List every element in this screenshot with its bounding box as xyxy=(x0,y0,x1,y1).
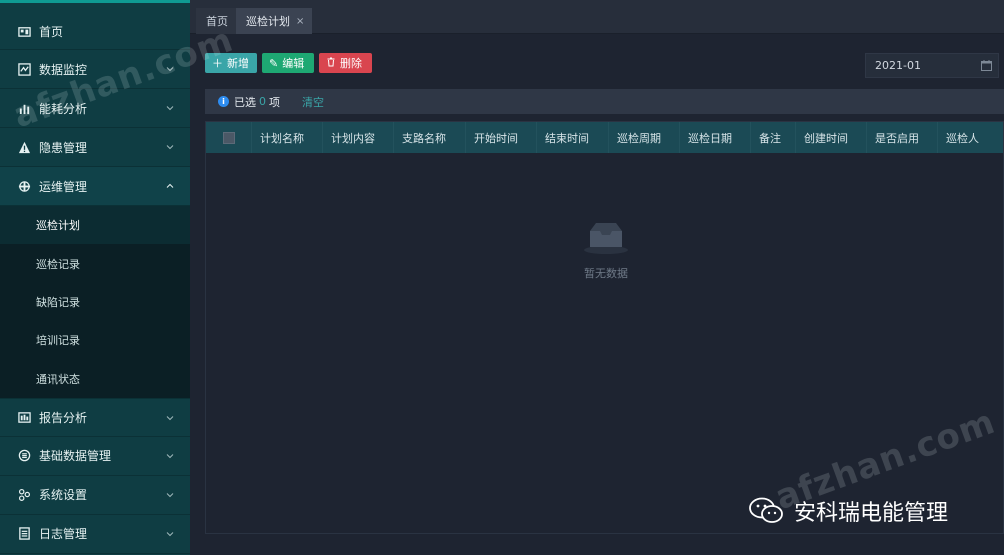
select-all-checkbox[interactable] xyxy=(222,131,235,144)
sidebar-item-label: 报告分析 xyxy=(39,410,88,425)
log-icon xyxy=(17,527,31,541)
plus-icon: ＋ xyxy=(212,57,223,70)
home-icon xyxy=(17,25,31,39)
column-header[interactable]: 巡检周期 xyxy=(609,122,680,153)
tab-home[interactable]: 首页 xyxy=(196,8,238,34)
submenu-item-comm-status[interactable]: 通讯状态 xyxy=(0,360,190,398)
submenu-item-defect-record[interactable]: 缺陷记录 xyxy=(0,283,190,321)
brand-watermark: 安科瑞电能管理 xyxy=(748,495,948,527)
chevron-down-icon xyxy=(166,145,174,150)
sidebar-item-label: 隐患管理 xyxy=(39,140,88,155)
table-header: 计划名称 计划内容 支路名称 开始时间 结束时间 巡检周期 巡检日期 备注 创建… xyxy=(206,122,1003,153)
sidebar-item-log-management[interactable]: 日志管理 xyxy=(0,515,190,554)
month-picker-value: 2021-01 xyxy=(875,59,921,72)
tab-label: 巡检计划 xyxy=(246,15,290,28)
monitor-icon xyxy=(17,62,31,76)
column-header[interactable]: 支路名称 xyxy=(394,122,466,153)
delete-button-label: 删除 xyxy=(340,57,362,70)
sidebar-item-label: 首页 xyxy=(39,25,64,39)
delete-button[interactable]: 删除 xyxy=(319,53,372,73)
column-header[interactable]: 计划内容 xyxy=(323,122,394,153)
sidebar-item-label: 系统设置 xyxy=(39,488,88,503)
column-header[interactable]: 结束时间 xyxy=(537,122,609,153)
chevron-down-icon xyxy=(166,532,174,537)
maintenance-icon xyxy=(17,179,31,193)
selection-count: 0 xyxy=(259,95,266,108)
chevron-up-icon xyxy=(166,183,174,188)
column-header[interactable]: 开始时间 xyxy=(466,122,537,153)
close-icon[interactable]: × xyxy=(296,16,304,27)
empty-state: 暂无数据 xyxy=(571,219,641,281)
settings-icon xyxy=(17,488,31,502)
sidebar-item-hazard-management[interactable]: 隐患管理 xyxy=(0,128,190,167)
select-all-cell xyxy=(206,122,252,153)
chevron-down-icon xyxy=(166,106,174,111)
column-header[interactable]: 巡检人 xyxy=(938,122,994,153)
sidebar-item-label: 日志管理 xyxy=(39,527,88,542)
pencil-icon: ✎ xyxy=(269,56,279,70)
inspection-plan-table: 计划名称 计划内容 支路名称 开始时间 结束时间 巡检周期 巡检日期 备注 创建… xyxy=(205,121,1004,534)
sidebar-item-label: 运维管理 xyxy=(39,179,88,194)
tab-inspection-plan[interactable]: 巡检计划 × xyxy=(236,8,313,34)
sidebar-item-data-monitor[interactable]: 数据监控 xyxy=(0,50,190,89)
empty-inbox-icon xyxy=(584,223,628,254)
add-button-label: 新增 xyxy=(227,57,249,70)
sidebar-item-basic-data[interactable]: 基础数据管理 xyxy=(0,437,190,476)
main-content: 首页 巡检计划 × ＋ 新增 ✎ 编辑 删除 2021-01 i 已选 0 项 … xyxy=(190,0,1004,555)
submenu-item-inspection-record[interactable]: 巡检记录 xyxy=(0,244,190,282)
chevron-down-icon xyxy=(166,416,174,421)
add-button[interactable]: ＋ 新增 xyxy=(205,53,257,73)
calendar-icon xyxy=(981,60,992,71)
ops-submenu: 巡检计划 巡检记录 缺陷记录 培训记录 通讯状态 xyxy=(0,206,190,398)
app-window: 首页 数据监控 能耗分析 隐患管理 运维管理 巡检计划 巡检记录 缺陷记录 培训… xyxy=(0,0,1004,555)
sidebar-item-ops-management[interactable]: 运维管理 xyxy=(0,167,190,206)
bar-chart-icon xyxy=(17,101,31,115)
toolbar: ＋ 新增 ✎ 编辑 删除 xyxy=(205,53,372,73)
selection-bar: i 已选 0 项 清空 xyxy=(205,89,1004,114)
report-icon xyxy=(17,410,31,424)
database-icon xyxy=(17,449,31,463)
tab-bar: 首页 巡检计划 × xyxy=(190,0,1004,34)
chevron-down-icon xyxy=(166,493,174,498)
clear-selection-link[interactable]: 清空 xyxy=(302,94,324,110)
sidebar-item-energy-analysis[interactable]: 能耗分析 xyxy=(0,89,190,128)
sidebar-item-label: 基础数据管理 xyxy=(39,449,112,464)
tab-label: 首页 xyxy=(206,15,228,28)
selection-prefix: 已选 xyxy=(234,95,256,109)
chevron-down-icon xyxy=(166,454,174,459)
column-header[interactable]: 是否启用 xyxy=(867,122,938,153)
column-header[interactable]: 计划名称 xyxy=(252,122,323,153)
trash-icon xyxy=(326,57,336,70)
wechat-icon xyxy=(749,497,783,523)
month-picker[interactable]: 2021-01 xyxy=(865,53,999,78)
empty-state-text: 暂无数据 xyxy=(584,267,628,280)
warning-icon xyxy=(17,140,31,154)
sidebar-item-label: 数据监控 xyxy=(39,62,88,77)
brand-text: 安科瑞电能管理 xyxy=(794,501,949,526)
edit-button[interactable]: ✎ 编辑 xyxy=(262,53,314,73)
column-header[interactable]: 备注 xyxy=(751,122,796,153)
sidebar-item-home[interactable]: 首页 xyxy=(0,3,190,50)
column-header[interactable]: 巡检日期 xyxy=(680,122,751,153)
submenu-item-training-record[interactable]: 培训记录 xyxy=(0,321,190,359)
sidebar: 首页 数据监控 能耗分析 隐患管理 运维管理 巡检计划 巡检记录 缺陷记录 培训… xyxy=(0,0,190,555)
column-header[interactable]: 创建时间 xyxy=(796,122,867,153)
edit-button-label: 编辑 xyxy=(282,57,305,70)
sidebar-item-system-settings[interactable]: 系统设置 xyxy=(0,476,190,515)
chevron-down-icon xyxy=(166,67,174,72)
sidebar-item-report-analysis[interactable]: 报告分析 xyxy=(0,397,190,437)
info-icon: i xyxy=(218,96,229,107)
selection-suffix: 项 xyxy=(269,95,280,109)
submenu-item-inspection-plan[interactable]: 巡检计划 xyxy=(0,206,190,245)
sidebar-item-label: 能耗分析 xyxy=(39,101,88,116)
